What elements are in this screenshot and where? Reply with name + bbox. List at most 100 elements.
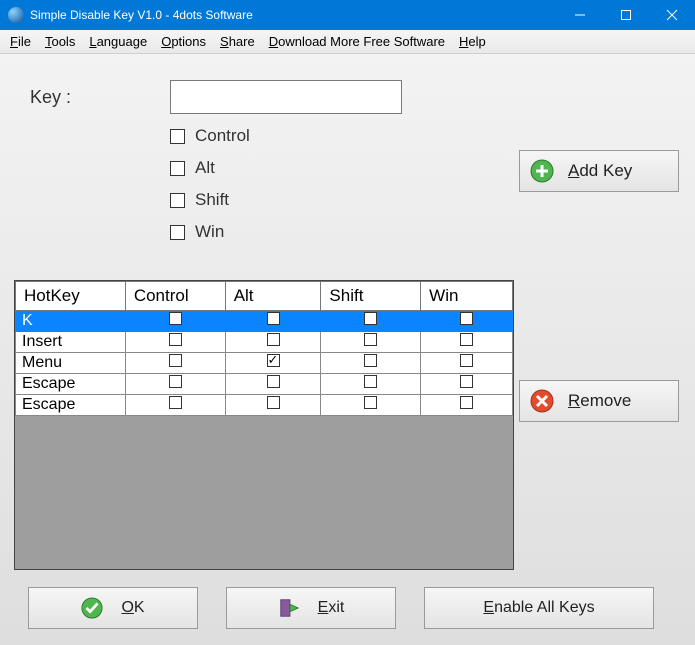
alt-cell[interactable] [225, 332, 321, 353]
checkbox-icon [170, 225, 185, 240]
bottom-buttons: OK Exit Enable All Keys [28, 587, 654, 629]
hotkey-cell[interactable]: Menu [16, 353, 126, 374]
checkbox-icon[interactable] [169, 312, 182, 325]
remove-button[interactable]: Remove [519, 380, 679, 422]
control-cell[interactable] [125, 374, 225, 395]
checkbox-icon[interactable] [267, 354, 280, 367]
titlebar: Simple Disable Key V1.0 - 4dots Software [0, 0, 695, 30]
alt-cell[interactable] [225, 395, 321, 416]
window-title: Simple Disable Key V1.0 - 4dots Software [30, 8, 253, 22]
menu-help[interactable]: Help [459, 34, 486, 49]
checkbox-icon[interactable] [267, 375, 280, 388]
checkbox-icon[interactable] [364, 354, 377, 367]
menu-download[interactable]: Download More Free Software [269, 34, 445, 49]
checkbox-icon[interactable] [169, 354, 182, 367]
checkbox-icon [170, 161, 185, 176]
app-icon [8, 7, 24, 23]
menu-tools[interactable]: Tools [45, 34, 75, 49]
col-control[interactable]: Control [125, 282, 225, 311]
checkbox-icon[interactable] [267, 312, 280, 325]
checkbox-icon[interactable] [364, 375, 377, 388]
menu-file[interactable]: File [10, 34, 31, 49]
col-alt[interactable]: Alt [225, 282, 321, 311]
control-cell[interactable] [125, 332, 225, 353]
shift-cell[interactable] [321, 395, 421, 416]
checkbox-label: Alt [195, 158, 215, 178]
checkbox-label: Shift [195, 190, 229, 210]
checkbox-icon[interactable] [267, 333, 280, 346]
checkbox-control[interactable]: Control [170, 126, 250, 146]
checkbox-icon[interactable] [460, 312, 473, 325]
button-label: Enable All Keys [483, 599, 594, 617]
alt-cell[interactable] [225, 353, 321, 374]
menubar: File Tools Language Options Share Downlo… [0, 30, 695, 54]
win-cell[interactable] [421, 311, 513, 332]
button-label: Exit [318, 599, 345, 617]
button-label: OK [121, 599, 144, 617]
hotkey-cell[interactable]: Insert [16, 332, 126, 353]
col-hotkey[interactable]: HotKey [16, 282, 126, 311]
checkbox-icon[interactable] [460, 396, 473, 409]
col-win[interactable]: Win [421, 282, 513, 311]
checkbox-icon[interactable] [169, 375, 182, 388]
win-cell[interactable] [421, 353, 513, 374]
menu-options[interactable]: Options [161, 34, 206, 49]
table-row[interactable]: Menu [16, 353, 513, 374]
delete-icon [530, 389, 554, 413]
win-cell[interactable] [421, 332, 513, 353]
table-row[interactable]: Escape [16, 374, 513, 395]
col-shift[interactable]: Shift [321, 282, 421, 311]
close-button[interactable] [649, 0, 695, 30]
maximize-button[interactable] [603, 0, 649, 30]
exit-button[interactable]: Exit [226, 587, 396, 629]
checkbox-icon[interactable] [460, 333, 473, 346]
control-cell[interactable] [125, 311, 225, 332]
checkbox-icon [170, 129, 185, 144]
key-input[interactable] [170, 80, 402, 114]
checkbox-icon[interactable] [460, 354, 473, 367]
checkbox-win[interactable]: Win [170, 222, 250, 242]
checkbox-icon[interactable] [169, 396, 182, 409]
checkbox-shift[interactable]: Shift [170, 190, 250, 210]
ok-button[interactable]: OK [28, 587, 198, 629]
alt-cell[interactable] [225, 311, 321, 332]
button-label: Add Key [568, 161, 632, 181]
enable-all-button[interactable]: Enable All Keys [424, 587, 654, 629]
table-row[interactable]: Insert [16, 332, 513, 353]
table-row[interactable]: Escape [16, 395, 513, 416]
checkbox-icon[interactable] [364, 396, 377, 409]
modifier-checkboxes: Control Alt Shift Win [170, 126, 250, 242]
menu-language[interactable]: Language [89, 34, 147, 49]
client-area: Key : Control Alt Shift Win Add Key [0, 54, 695, 645]
plus-icon [530, 159, 554, 183]
hotkey-cell[interactable]: Escape [16, 374, 126, 395]
hotkey-table: HotKey Control Alt Shift Win KInsertMenu… [14, 280, 514, 570]
checkbox-label: Win [195, 222, 224, 242]
button-label: Remove [568, 391, 631, 411]
checkbox-icon[interactable] [364, 312, 377, 325]
table-row[interactable]: K [16, 311, 513, 332]
shift-cell[interactable] [321, 374, 421, 395]
hotkey-cell[interactable]: K [16, 311, 126, 332]
key-label: Key : [30, 87, 170, 108]
checkbox-alt[interactable]: Alt [170, 158, 250, 178]
checkbox-icon[interactable] [169, 333, 182, 346]
checkbox-icon[interactable] [267, 396, 280, 409]
table-header-row: HotKey Control Alt Shift Win [16, 282, 513, 311]
shift-cell[interactable] [321, 332, 421, 353]
shift-cell[interactable] [321, 353, 421, 374]
window-buttons [557, 0, 695, 30]
control-cell[interactable] [125, 395, 225, 416]
check-icon [81, 597, 103, 619]
checkbox-icon[interactable] [364, 333, 377, 346]
shift-cell[interactable] [321, 311, 421, 332]
win-cell[interactable] [421, 374, 513, 395]
checkbox-icon[interactable] [460, 375, 473, 388]
win-cell[interactable] [421, 395, 513, 416]
hotkey-cell[interactable]: Escape [16, 395, 126, 416]
minimize-button[interactable] [557, 0, 603, 30]
add-key-button[interactable]: Add Key [519, 150, 679, 192]
alt-cell[interactable] [225, 374, 321, 395]
control-cell[interactable] [125, 353, 225, 374]
menu-share[interactable]: Share [220, 34, 255, 49]
